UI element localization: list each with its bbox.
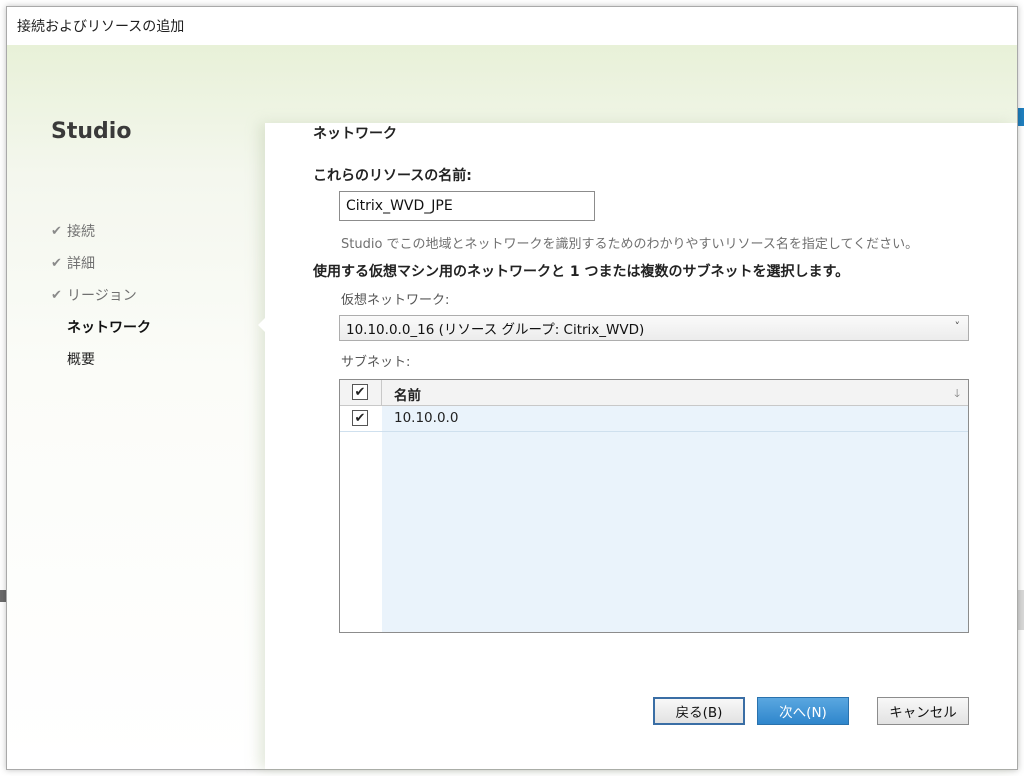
- resource-name-input[interactable]: [339, 191, 595, 221]
- background-app-bar-right: [1018, 108, 1024, 126]
- check-icon: ✔: [51, 255, 62, 271]
- resource-name-label: これらのリソースの名前:: [313, 168, 472, 184]
- step-label: 概要: [67, 352, 95, 368]
- step-region: ✔ リージョン: [51, 279, 151, 311]
- subnet-table-body: [382, 406, 968, 632]
- step-network: ネットワーク: [51, 311, 151, 343]
- sort-icon[interactable]: 🡓: [954, 385, 960, 404]
- add-connection-dialog: 接続およびリソースの追加 Studio ✔ 接続 ✔ 詳細 ✔ リージョン ネッ…: [6, 6, 1018, 770]
- network-instruction: 使用する仮想マシン用のネットワークと 1 つまたは複数のサブネットを選択します。: [313, 264, 850, 280]
- current-step-pointer: [258, 317, 266, 333]
- back-button[interactable]: 戻る(B): [653, 697, 745, 725]
- cancel-button[interactable]: キャンセル: [877, 697, 969, 725]
- subnet-label: サブネット:: [341, 355, 411, 370]
- vnet-selected-value: 10.10.0.0_16 (リソース グループ: Citrix_WVD): [346, 322, 645, 338]
- sidebar-title: Studio: [51, 119, 132, 144]
- next-button[interactable]: 次へ(N): [757, 697, 849, 725]
- wizard-sidebar: Studio ✔ 接続 ✔ 詳細 ✔ リージョン ネットワーク 概要: [7, 45, 263, 769]
- step-label: リージョン: [67, 288, 137, 304]
- column-header-name[interactable]: 名前: [394, 384, 421, 404]
- dialog-titlebar: 接続およびリソースの追加: [7, 7, 1017, 45]
- vnet-select[interactable]: 10.10.0.0_16 (リソース グループ: Citrix_WVD) ˅: [339, 315, 969, 341]
- check-icon: ✔: [51, 223, 62, 239]
- step-label: ネットワーク: [67, 320, 151, 336]
- step-label: 接続: [67, 224, 95, 240]
- table-row[interactable]: ✔ 10.10.0.0: [340, 406, 968, 432]
- wizard-steps: ✔ 接続 ✔ 詳細 ✔ リージョン ネットワーク 概要: [51, 215, 151, 375]
- step-connection: ✔ 接続: [51, 215, 151, 247]
- step-label: 詳細: [67, 256, 95, 272]
- check-icon: ✔: [51, 287, 62, 303]
- vnet-label: 仮想ネットワーク:: [341, 293, 450, 308]
- select-all-checkbox[interactable]: ✔: [352, 384, 368, 400]
- page-title: ネットワーク: [313, 126, 397, 142]
- resource-name-hint: Studio でこの地域とネットワークを識別するためのわかりやすいリソース名を指…: [341, 237, 919, 252]
- subnet-table: ✔ 名前 🡓 ✔ 10.10.0.0: [339, 379, 969, 633]
- background-app-panel-right: [1018, 590, 1024, 630]
- subnet-table-header: ✔ 名前 🡓: [340, 380, 968, 406]
- dialog-title: 接続およびリソースの追加: [17, 19, 185, 35]
- chevron-down-icon: ˅: [954, 320, 961, 333]
- step-details: ✔ 詳細: [51, 247, 151, 279]
- subnet-name-cell: 10.10.0.0: [394, 410, 459, 426]
- step-summary: 概要: [51, 343, 151, 375]
- wizard-body: Studio ✔ 接続 ✔ 詳細 ✔ リージョン ネットワーク 概要 ネットワー…: [7, 45, 1017, 769]
- row-checkbox[interactable]: ✔: [352, 410, 368, 426]
